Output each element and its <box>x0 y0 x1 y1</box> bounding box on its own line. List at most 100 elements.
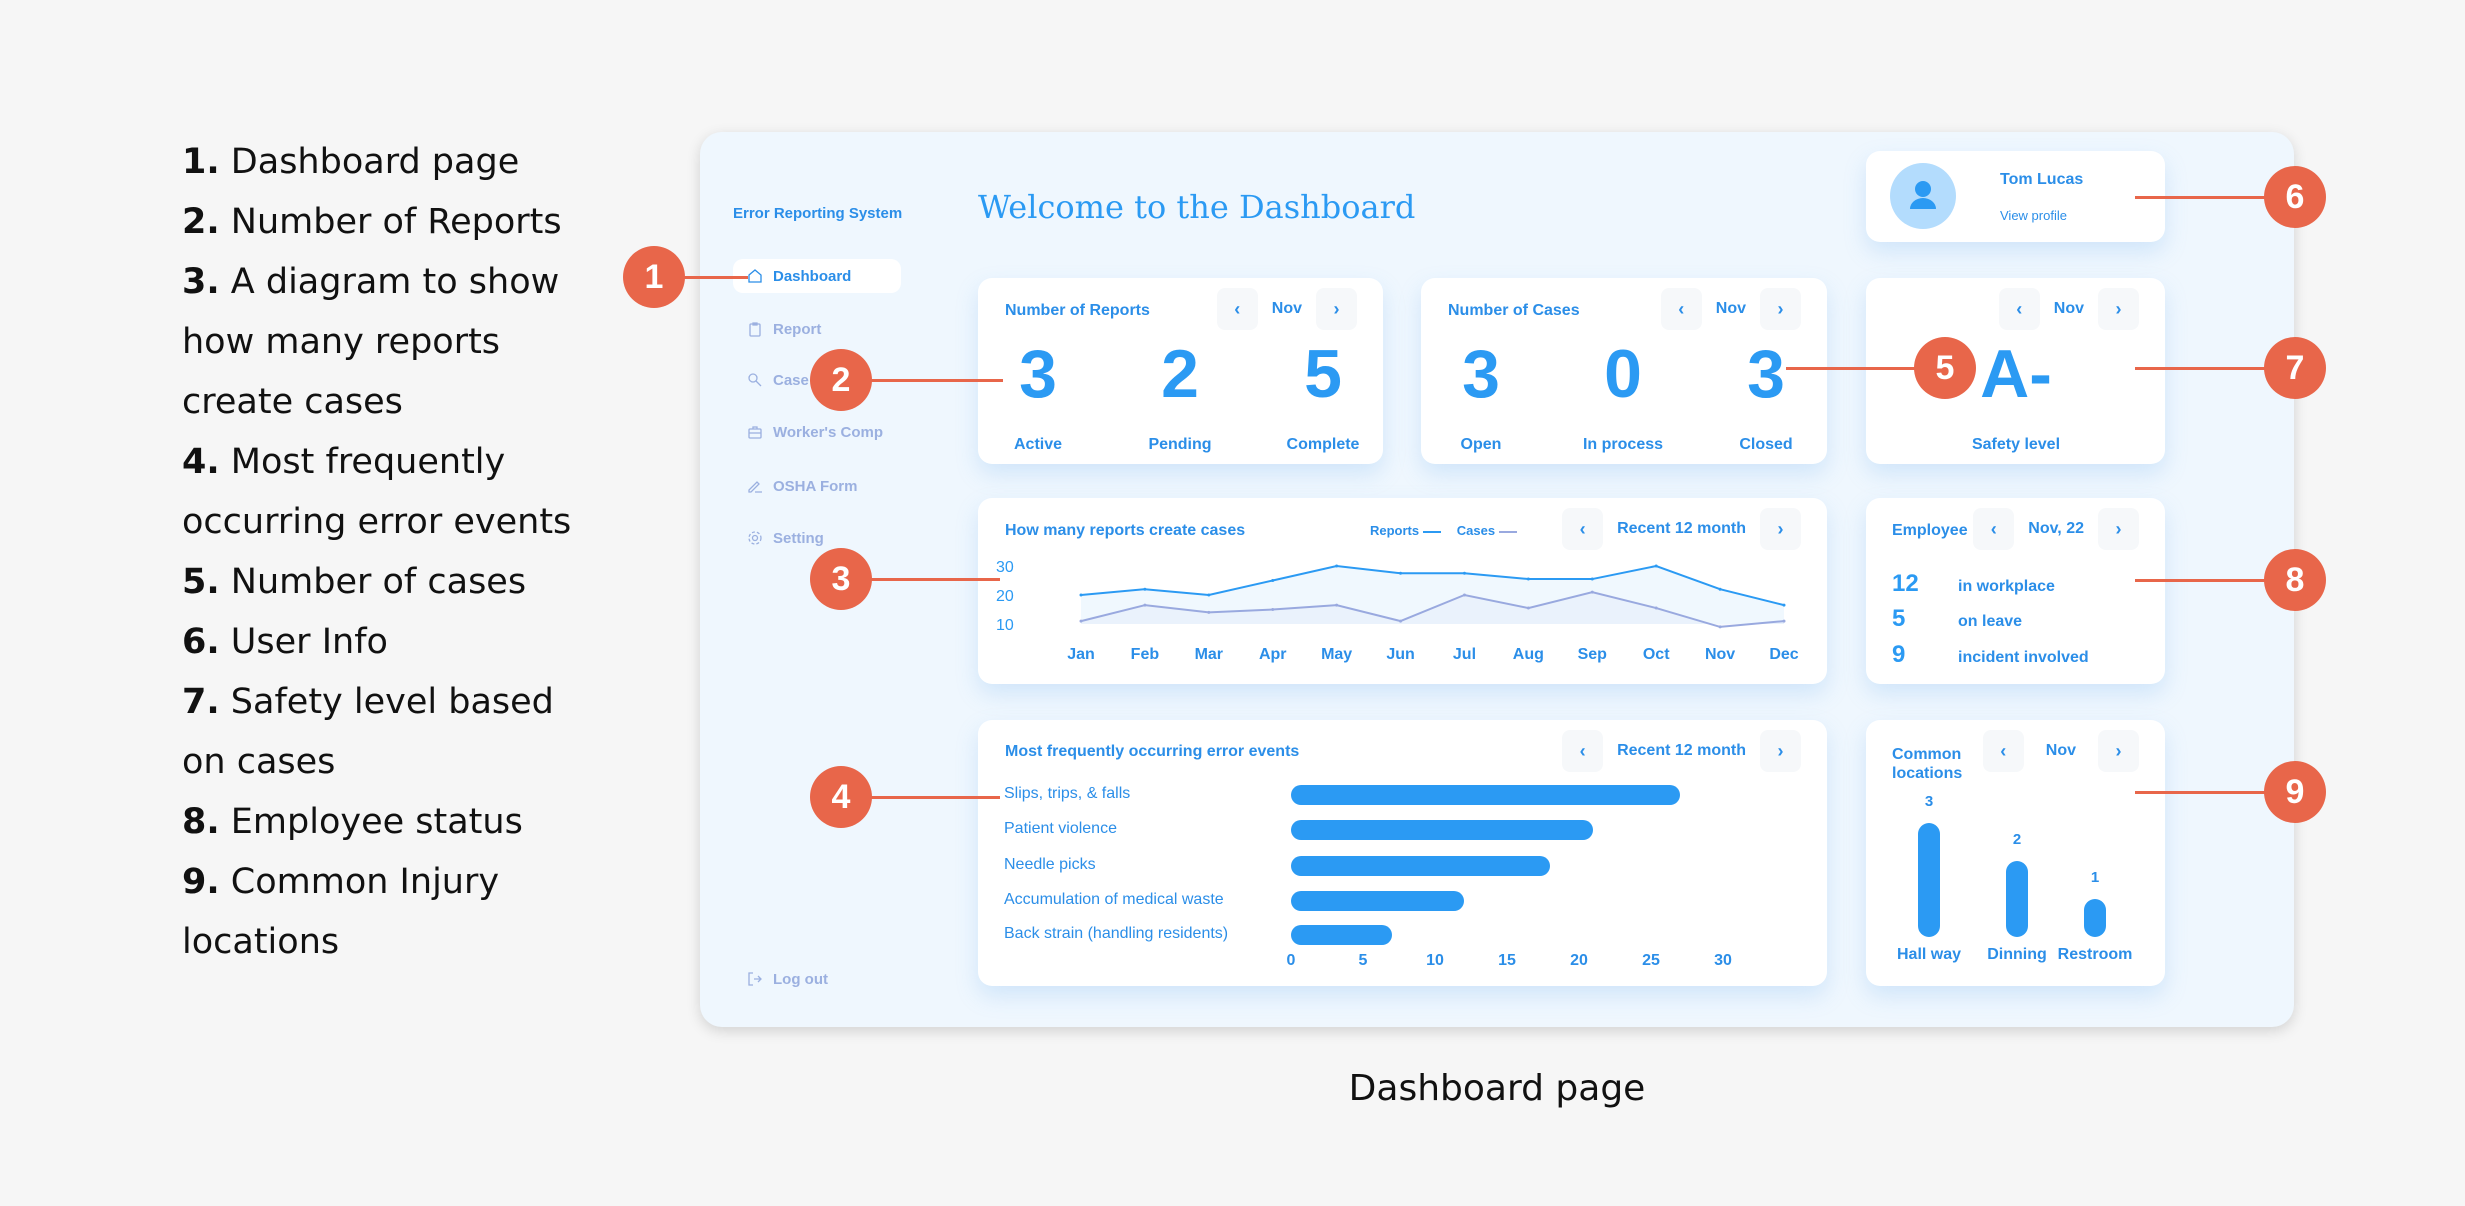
x-tick-label: Sep <box>1578 646 1608 663</box>
caption: Dashboard page <box>1348 1068 1646 1109</box>
annotation-marker: 4 <box>810 766 872 828</box>
period-selector: ‹ Nov › <box>1216 288 1357 330</box>
avatar[interactable] <box>1890 163 1956 229</box>
sidebar-item-report[interactable]: Report <box>733 312 901 346</box>
x-tick-label: Jun <box>1386 646 1414 663</box>
sidebar-item-workers-comp[interactable]: Worker's Comp <box>733 415 901 449</box>
sidebar-item-setting[interactable]: Setting <box>733 521 901 555</box>
x-tick-label: 25 <box>1642 952 1660 969</box>
data-point <box>1590 577 1594 581</box>
employee-status: in workplace <box>1958 578 2055 595</box>
bar <box>2006 861 2028 937</box>
prev-period-button[interactable]: ‹ <box>1660 288 1702 330</box>
data-point <box>1079 593 1083 597</box>
cases-card: Number of Cases ‹ Nov › 3 Open 0 In process … <box>1421 278 1827 464</box>
data-point <box>1526 577 1530 581</box>
y-tick-label: 20 <box>996 588 1014 605</box>
stat-active: 3 Active <box>978 338 1098 454</box>
next-period-button[interactable]: › <box>2098 288 2139 330</box>
data-point <box>1207 593 1211 597</box>
annotation-number: 2. <box>182 202 220 242</box>
prev-period-button[interactable]: ‹ <box>1973 508 2015 550</box>
period-selector: ‹ Nov › <box>1998 288 2139 330</box>
annotation-item: 4. Most frequently occurring error event… <box>182 432 602 552</box>
next-period-button[interactable]: › <box>1760 288 1801 330</box>
data-point <box>1526 606 1530 610</box>
user-name: Tom Lucas <box>2000 171 2084 188</box>
x-tick-label: Dec <box>1769 646 1798 663</box>
bar <box>1291 820 1594 840</box>
x-tick-label: Dinning <box>1987 946 2047 963</box>
employee-count: 5 <box>1892 605 1906 632</box>
card-title: Most frequently occurring error events <box>1005 743 1300 760</box>
stat-value: 2 <box>1161 336 1199 412</box>
prev-period-button[interactable]: ‹ <box>1562 730 1604 772</box>
x-tick-label: Oct <box>1643 646 1670 663</box>
logout-button[interactable]: Log out <box>733 962 901 996</box>
stat-label: Open <box>1460 436 1502 453</box>
data-point <box>1335 564 1339 568</box>
prev-period-button[interactable]: ‹ <box>1982 730 2024 772</box>
employee-status: incident involved <box>1958 649 2089 666</box>
page-title: Welcome to the Dashboard <box>978 188 1416 226</box>
data-point <box>1207 610 1211 614</box>
annotation-item: 1. Dashboard page <box>182 132 602 192</box>
x-tick-label: Mar <box>1195 646 1223 663</box>
sidebar-item-label: Setting <box>773 529 824 547</box>
employee-status: on leave <box>1958 613 2023 630</box>
x-tick-label: 30 <box>1714 952 1732 969</box>
data-point <box>1079 619 1083 623</box>
annotation-text: Common Injury locations <box>182 862 500 962</box>
annotation-item: 6. User Info <box>182 612 602 672</box>
annotation-marker: 2 <box>810 349 872 411</box>
bar-label: Accumulation of medical waste <box>1004 891 1224 908</box>
clipboard-icon <box>749 322 761 337</box>
data-point <box>1143 603 1147 607</box>
x-tick-label: Hall way <box>1896 946 1962 963</box>
annotation-number: 1. <box>182 142 220 182</box>
logout-label: Log out <box>773 970 828 988</box>
prev-period-button[interactable]: ‹ <box>1998 288 2040 330</box>
x-tick-label: Jan <box>1067 646 1095 663</box>
x-tick-label: 10 <box>1426 952 1444 969</box>
y-tick-label: 10 <box>996 617 1014 634</box>
employee-row: 9 incident involved <box>1892 641 2089 669</box>
stat-complete: 5 Complete <box>1263 338 1383 454</box>
next-period-button[interactable]: › <box>1316 288 1357 330</box>
sidebar-item-dashboard[interactable]: Dashboard <box>733 259 901 293</box>
data-point <box>1590 590 1594 594</box>
stat-label: Complete <box>1286 436 1360 453</box>
employee-row: 12 in workplace <box>1892 570 2055 598</box>
x-tick-label: 15 <box>1498 952 1516 969</box>
stat-label: Closed <box>1739 436 1793 453</box>
stat-value: 5 <box>1304 336 1342 412</box>
data-point <box>1718 625 1722 629</box>
period-selector: ‹ Nov › <box>1982 730 2139 772</box>
x-tick-label: May <box>1321 646 1352 663</box>
bar <box>1291 856 1551 876</box>
data-point <box>1399 619 1403 623</box>
next-period-button[interactable]: › <box>2098 508 2139 550</box>
next-period-button[interactable]: › <box>2098 730 2139 772</box>
annotation-text: Number of cases <box>230 562 527 602</box>
data-point <box>1143 587 1147 591</box>
period-value: Nov <box>2045 742 2076 759</box>
period-value: Recent 12 month <box>1617 742 1746 759</box>
prev-period-button[interactable]: ‹ <box>1216 288 1258 330</box>
stat-pending: 2 Pending <box>1120 338 1240 454</box>
user-card: Tom Lucas View profile <box>1866 151 2165 242</box>
annotation-marker: 5 <box>1914 337 1976 399</box>
employee-count: 12 <box>1892 570 1919 597</box>
annotation-text: A diagram to show how many reports creat… <box>182 262 560 422</box>
annotation-item: 9. Common Injury locations <box>182 852 602 972</box>
x-tick-label: Feb <box>1131 646 1160 663</box>
annotation-number: 3. <box>182 262 220 302</box>
common-locations-card: Common locations ‹ Nov › 3 Hall way 2 Dinning… <box>1866 720 2165 986</box>
sidebar-item-label: OSHA Form <box>773 477 858 495</box>
stat-in-process: 0 In process <box>1563 338 1683 454</box>
view-profile-link[interactable]: View profile <box>2000 208 2067 223</box>
next-period-button[interactable]: › <box>1760 730 1801 772</box>
stat-open: 3 Open <box>1421 338 1541 454</box>
sidebar-item-osha-form[interactable]: OSHA Form <box>733 469 901 503</box>
stat-label: Active <box>1013 436 1063 453</box>
